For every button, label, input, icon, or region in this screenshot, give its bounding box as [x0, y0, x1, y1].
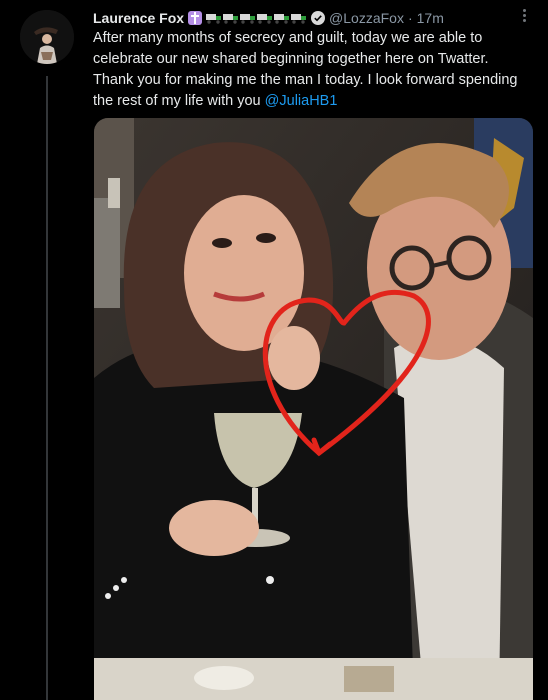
author-handle[interactable]: @LozzaFox — [329, 10, 404, 26]
truck-emoji-icon — [240, 14, 256, 24]
truck-emoji-icon — [257, 14, 273, 24]
tweet-header: Laurence Fox @LozzaFox · 17m — [93, 8, 444, 28]
truck-emoji-icon — [206, 14, 222, 24]
mention-link[interactable]: @JuliaHB1 — [265, 93, 338, 109]
tweet-text: After many months of secrecy and guilt, … — [93, 28, 523, 112]
emoji-row — [206, 12, 307, 24]
avatar[interactable] — [20, 10, 74, 64]
tweet[interactable]: Laurence Fox @LozzaFox · 17m After many … — [0, 0, 548, 700]
tweet-photo[interactable] — [94, 118, 533, 700]
thread-line — [46, 76, 48, 700]
cross-emoji-icon — [188, 11, 203, 25]
more-options-icon[interactable] — [518, 6, 530, 24]
truck-emoji-icon — [291, 14, 307, 24]
tweet-timestamp[interactable]: 17m — [417, 10, 444, 26]
truck-emoji-icon — [274, 14, 290, 24]
separator-dot: · — [407, 10, 413, 26]
avatar-image — [20, 10, 74, 64]
author-name[interactable]: Laurence Fox — [93, 10, 184, 26]
photo-image — [94, 118, 533, 700]
verified-badge-icon — [311, 11, 326, 25]
truck-emoji-icon — [223, 14, 239, 24]
